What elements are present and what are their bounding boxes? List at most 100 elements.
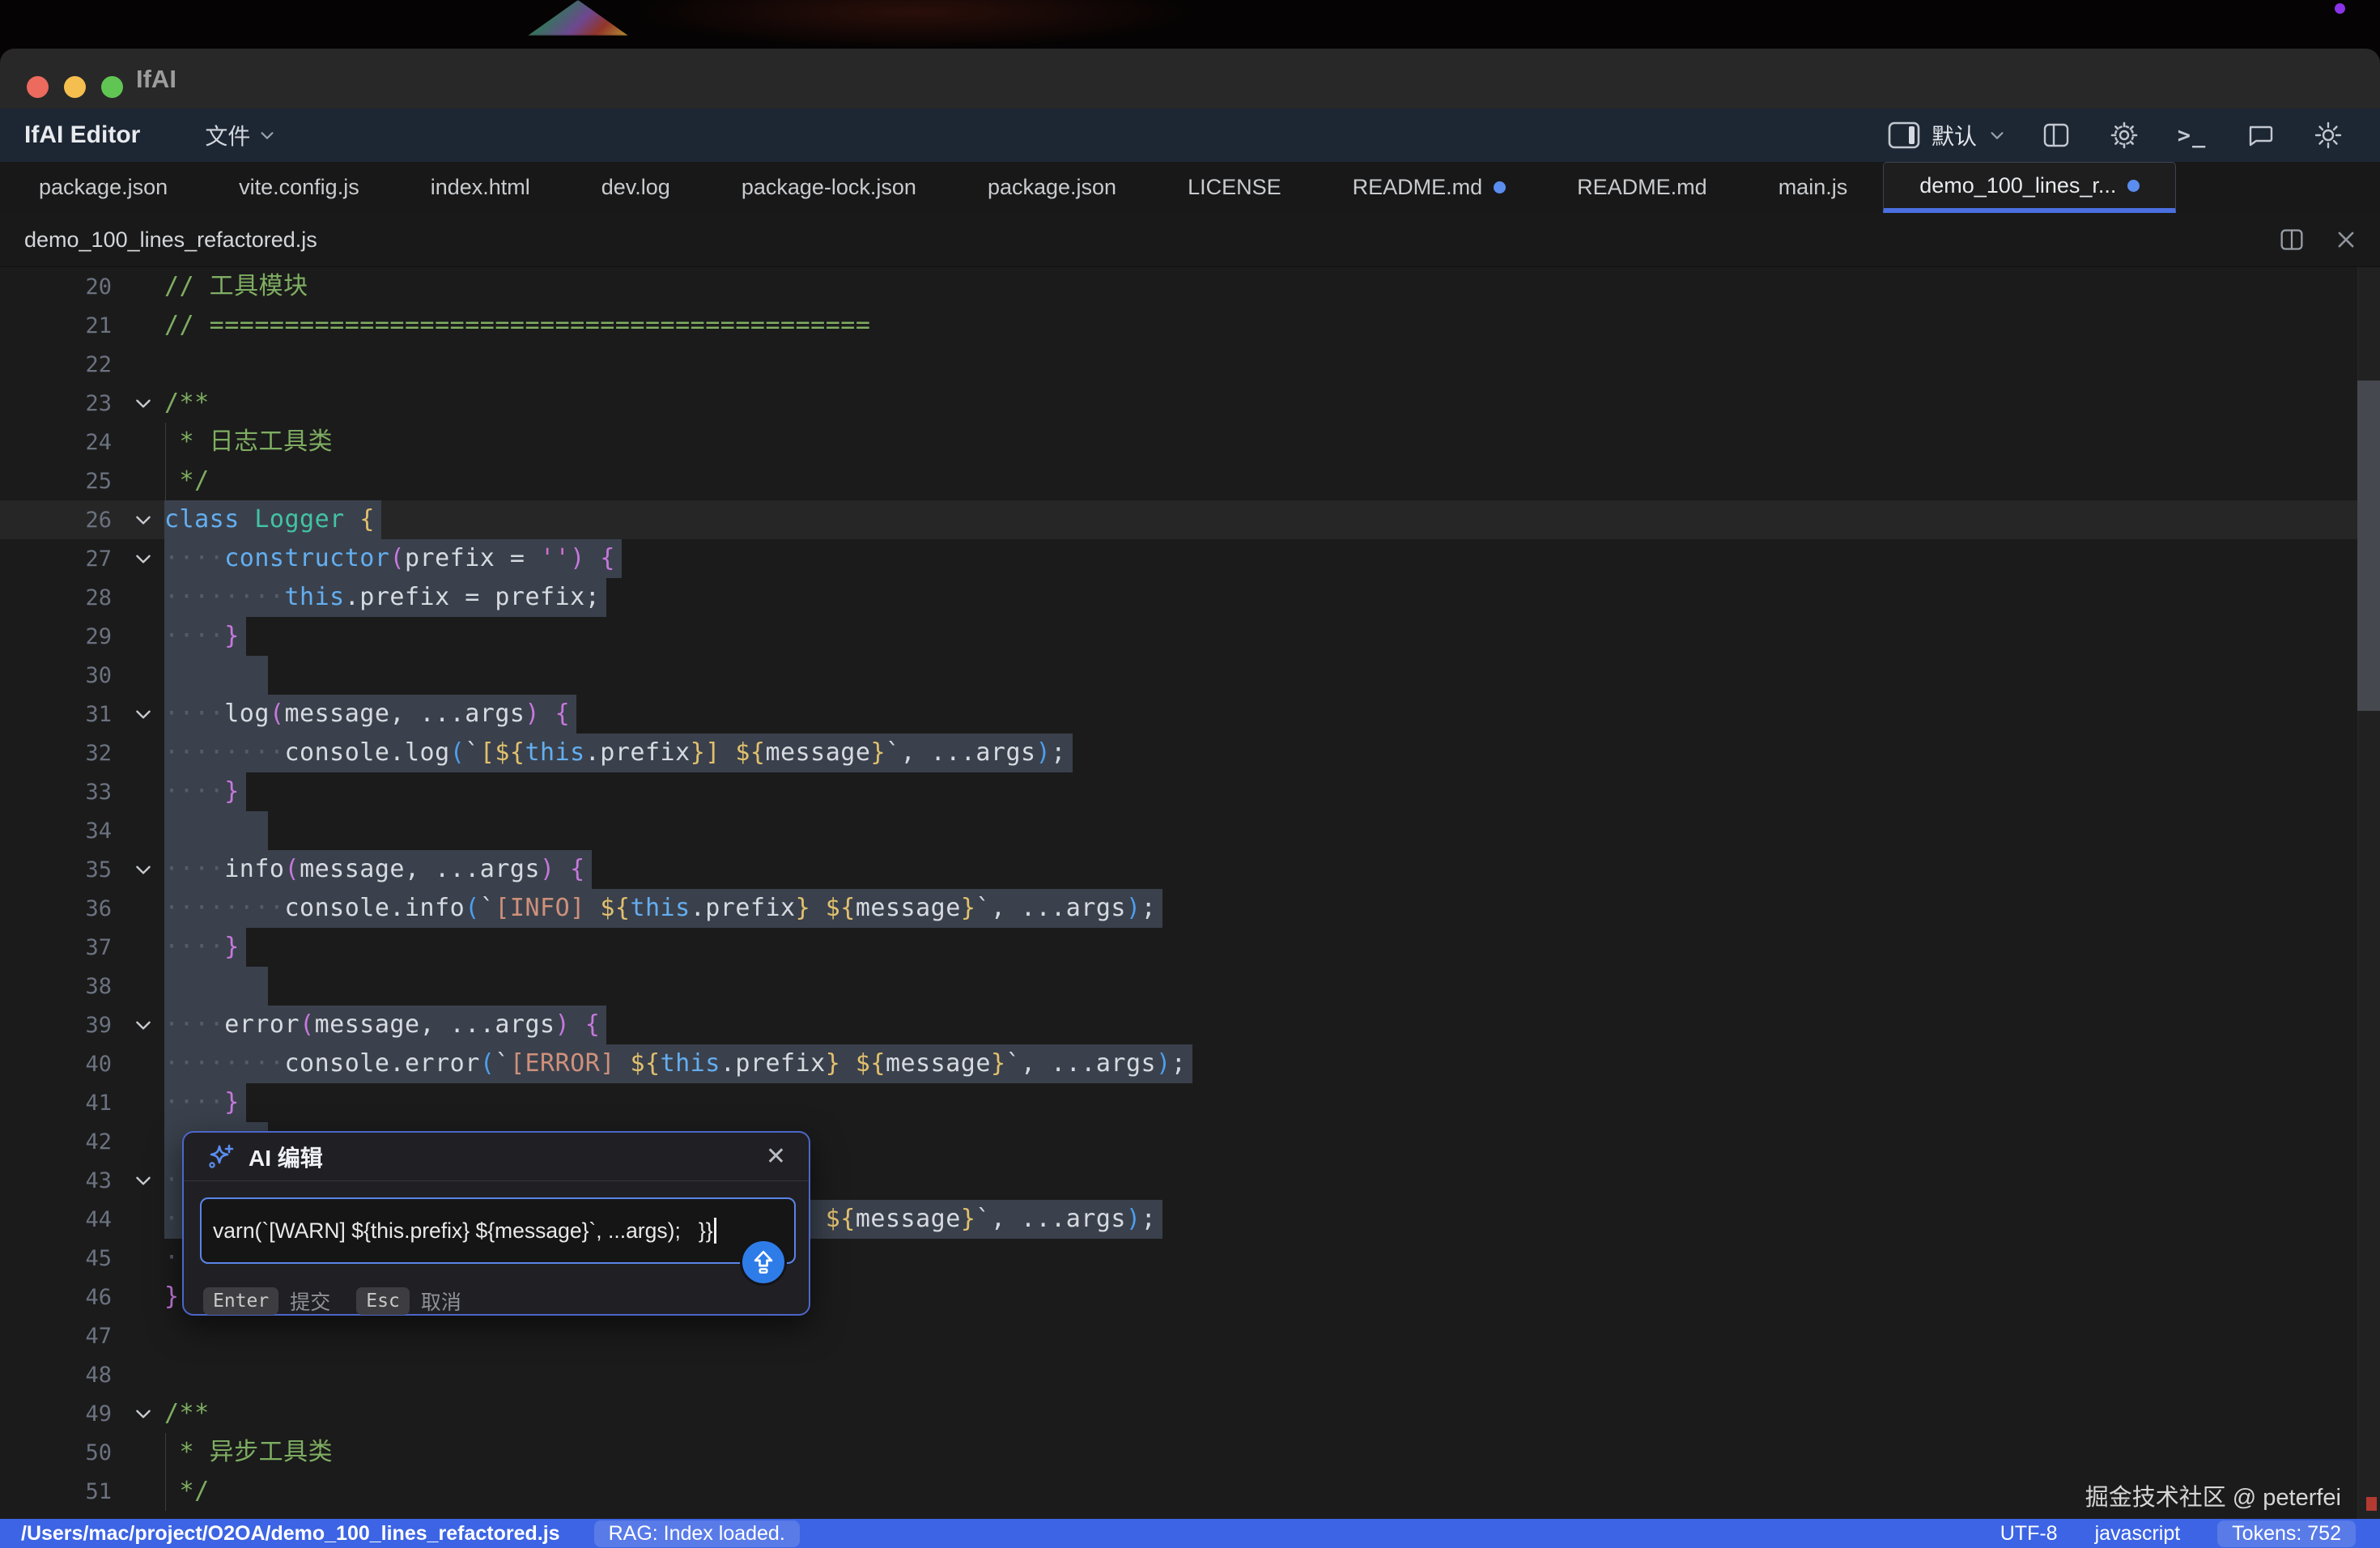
tab-package.json[interactable]: package.json	[952, 162, 1152, 213]
theme-sun-icon	[2314, 121, 2343, 150]
code-editor[interactable]: 20// 工具模块21// ==========================…	[0, 267, 2380, 1519]
ai-submit-button[interactable]	[740, 1239, 787, 1286]
scrollbar-thumb[interactable]	[2357, 381, 2380, 711]
selection-highlight	[164, 656, 268, 695]
terminal-button[interactable]: >_	[2174, 117, 2210, 153]
tab-vite.config.js[interactable]: vite.config.js	[203, 162, 395, 213]
status-language[interactable]: javascript	[2095, 1522, 2181, 1546]
line-number: 45	[0, 1246, 121, 1271]
file-menu[interactable]: 文件	[205, 119, 276, 151]
close-window-button[interactable]	[27, 76, 49, 98]
code-line-28[interactable]: 28········this.prefix = prefix;	[0, 578, 2380, 617]
code-line-49[interactable]: 49/**	[0, 1394, 2380, 1433]
code-line-25[interactable]: 25 */	[0, 461, 2380, 500]
split-editor-icon	[2042, 121, 2070, 149]
code-line-36[interactable]: 36········console.info(`[INFO] ${this.pr…	[0, 889, 2380, 928]
code-text: ········console.log(`[${this.prefix}] ${…	[164, 734, 2380, 772]
code-line-24[interactable]: 24 * 日志工具类	[0, 423, 2380, 461]
fold-chevron-icon[interactable]	[133, 1170, 154, 1191]
line-number: 47	[0, 1324, 121, 1349]
tab-README.md[interactable]: README.md	[1317, 162, 1542, 213]
tab-main.js[interactable]: main.js	[1743, 162, 1884, 213]
code-text: * 日志工具类	[164, 423, 2380, 461]
minimize-window-button[interactable]	[64, 76, 86, 98]
layout-picker[interactable]: 默认	[1888, 119, 2006, 151]
line-number: 36	[0, 896, 121, 921]
code-line-30[interactable]: 30	[0, 656, 2380, 695]
fold-chevron-icon[interactable]	[133, 548, 154, 569]
settings-gear-icon	[2110, 121, 2139, 150]
zoom-window-button[interactable]	[101, 76, 123, 98]
code-text	[164, 345, 2380, 384]
tab-index.html[interactable]: index.html	[395, 162, 566, 213]
code-text	[164, 967, 2380, 1006]
code-text: */	[164, 1472, 2380, 1511]
status-bar: /Users/mac/project/O2OA/demo_100_lines_r…	[0, 1519, 2380, 1548]
split-editor-icon[interactable]	[2280, 228, 2304, 252]
line-number: 23	[0, 391, 121, 416]
code-line-22[interactable]: 22	[0, 345, 2380, 384]
breadcrumb-bar: demo_100_lines_refactored.js	[0, 213, 2380, 267]
code-line-47[interactable]: 47	[0, 1316, 2380, 1355]
selection-highlight	[164, 811, 268, 850]
fold-chevron-icon[interactable]	[133, 393, 154, 414]
code-line-37[interactable]: 37 ····}	[0, 928, 2380, 967]
selection-highlight: ····}	[164, 928, 246, 967]
fold-column	[121, 1014, 164, 1036]
layout-label: 默认	[1932, 119, 1977, 151]
code-line-48[interactable]: 48	[0, 1355, 2380, 1394]
code-line-51[interactable]: 51 */	[0, 1472, 2380, 1511]
tab-demo_100_lines_r...[interactable]: demo_100_lines_r...	[1883, 162, 2176, 213]
code-line-39[interactable]: 39····error(message, ...args) {	[0, 1006, 2380, 1044]
code-line-31[interactable]: 31····log(message, ...args) {	[0, 695, 2380, 734]
fold-chevron-icon[interactable]	[133, 859, 154, 880]
desktop-purple-dot	[2335, 3, 2345, 14]
scrollbar-track[interactable]	[2357, 267, 2380, 1519]
chat-button[interactable]	[2242, 117, 2278, 153]
code-line-20[interactable]: 20// 工具模块	[0, 267, 2380, 306]
line-number: 43	[0, 1168, 121, 1193]
tab-LICENSE[interactable]: LICENSE	[1152, 162, 1317, 213]
close-editor-icon[interactable]	[2335, 228, 2357, 251]
ai-prompt-input[interactable]: varn(`[WARN] ${this.prefix} ${message}`,…	[200, 1197, 796, 1264]
code-line-26[interactable]: 26class Logger {	[0, 500, 2380, 539]
code-line-38[interactable]: 38	[0, 967, 2380, 1006]
status-file-path: /Users/mac/project/O2OA/demo_100_lines_r…	[21, 1522, 560, 1546]
tab-dev.log[interactable]: dev.log	[566, 162, 706, 213]
settings-button[interactable]	[2106, 117, 2142, 153]
chat-icon	[2246, 121, 2274, 149]
tab-README.md[interactable]: README.md	[1541, 162, 1743, 213]
code-line-33[interactable]: 33····}	[0, 772, 2380, 811]
fold-chevron-icon[interactable]	[133, 1014, 154, 1036]
code-line-29[interactable]: 29····}	[0, 617, 2380, 656]
close-icon[interactable]: ✕	[766, 1145, 786, 1169]
code-line-35[interactable]: 35····info(message, ...args) {	[0, 850, 2380, 889]
fold-chevron-icon[interactable]	[133, 509, 154, 530]
line-number: 27	[0, 546, 121, 572]
selection-highlight: ····}	[164, 617, 246, 656]
code-line-21[interactable]: 21// ===================================…	[0, 306, 2380, 345]
line-number: 37	[0, 935, 121, 960]
line-number: 51	[0, 1479, 121, 1504]
code-text: ····}	[164, 1083, 2380, 1122]
code-line-27[interactable]: 27····constructor(prefix = '') {	[0, 539, 2380, 578]
cancel-hint[interactable]: 取消	[421, 1286, 461, 1316]
tab-package.json[interactable]: package.json	[3, 162, 203, 213]
line-number: 31	[0, 702, 121, 727]
tab-package-lock.json[interactable]: package-lock.json	[706, 162, 952, 213]
theme-toggle-button[interactable]	[2310, 117, 2346, 153]
code-line-41[interactable]: 41····}	[0, 1083, 2380, 1122]
fold-chevron-icon[interactable]	[133, 1403, 154, 1424]
submit-hint[interactable]: 提交	[290, 1286, 330, 1316]
status-encoding[interactable]: UTF-8	[2000, 1522, 2058, 1546]
window-titlebar[interactable]: IfAI	[0, 49, 2380, 108]
fold-chevron-icon[interactable]	[133, 704, 154, 725]
code-text: // 工具模块	[164, 267, 2380, 306]
code-line-40[interactable]: 40········console.error(`[ERROR] ${this.…	[0, 1044, 2380, 1083]
code-text: * 异步工具类	[164, 1433, 2380, 1472]
split-editor-button[interactable]	[2038, 117, 2074, 153]
code-line-34[interactable]: 34	[0, 811, 2380, 850]
code-line-23[interactable]: 23/**	[0, 384, 2380, 423]
code-line-32[interactable]: 32········console.log(`[${this.prefix}] …	[0, 734, 2380, 772]
code-line-50[interactable]: 50 * 异步工具类	[0, 1433, 2380, 1472]
